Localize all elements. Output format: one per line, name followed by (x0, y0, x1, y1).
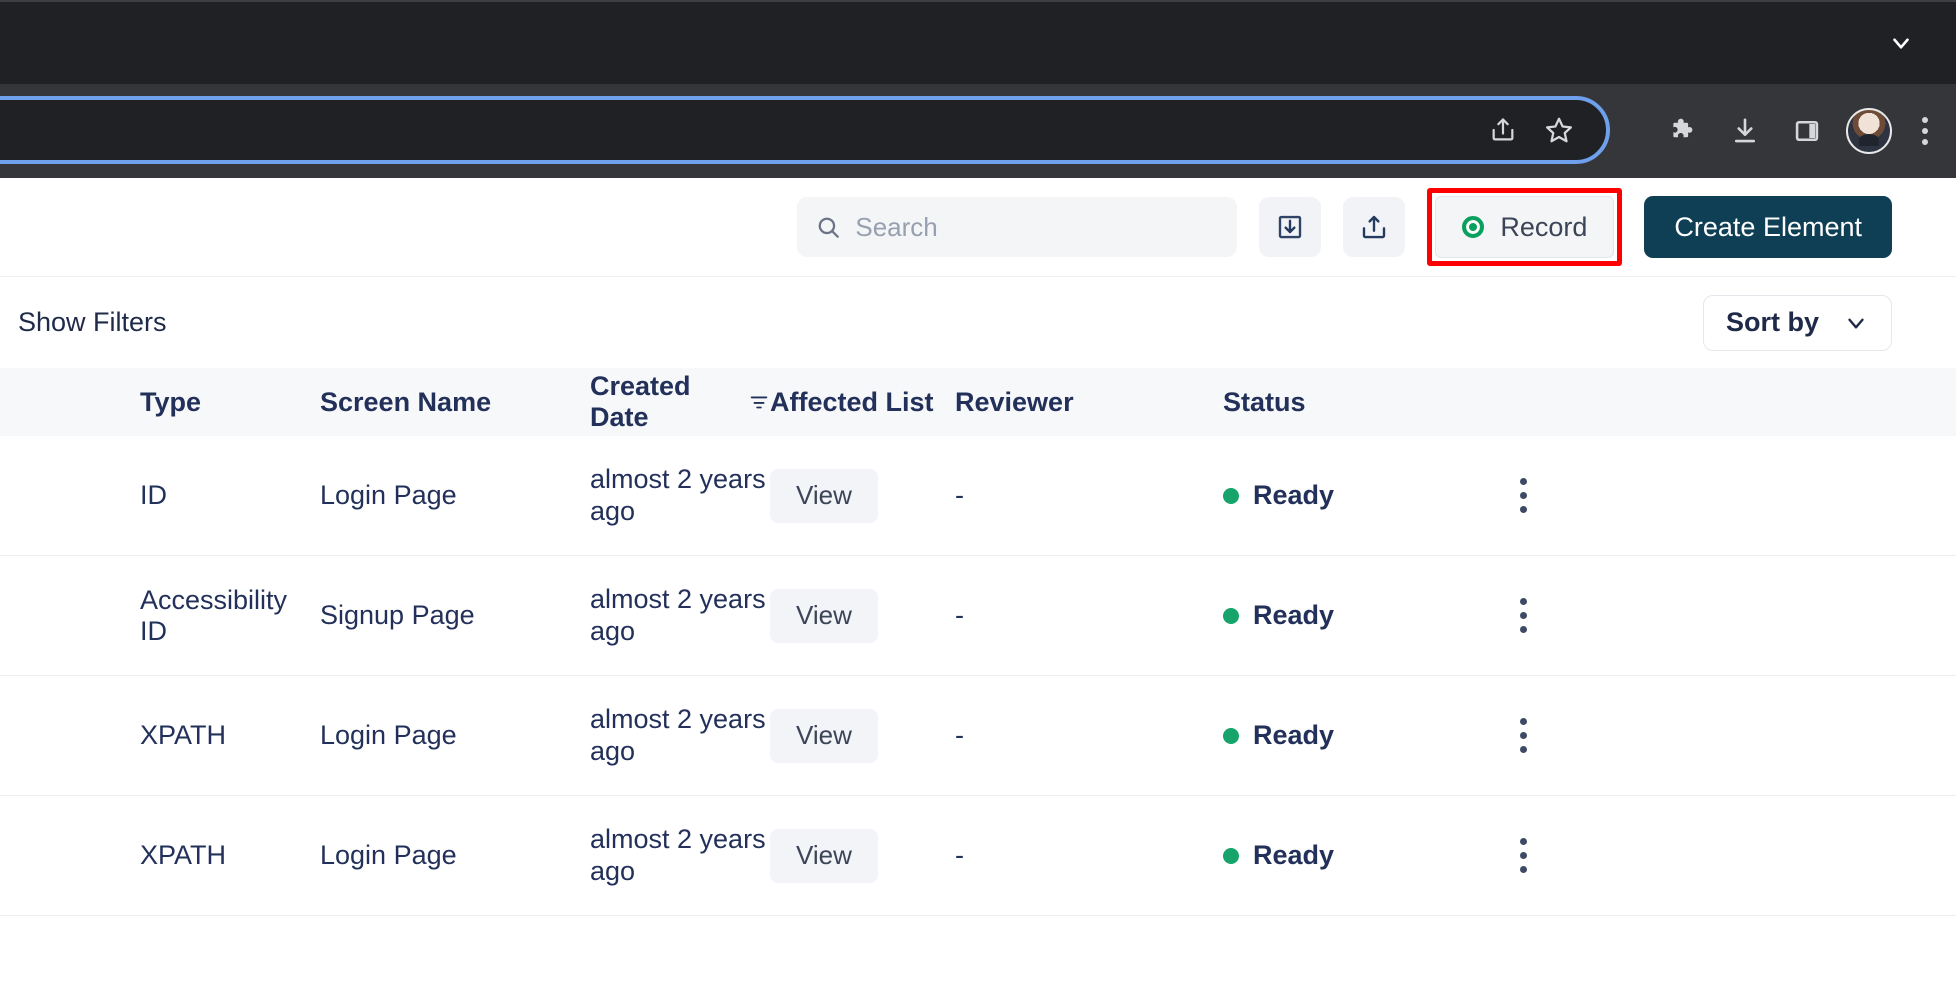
cell-created-date: almost 2 years ago (590, 584, 766, 646)
cell-status: Ready (1223, 600, 1473, 631)
column-header-status[interactable]: Status (1223, 387, 1473, 418)
cell-screen-name: Signup Page (320, 600, 475, 630)
cell-created-date: almost 2 years ago (590, 704, 766, 766)
download-icon[interactable] (1722, 108, 1768, 154)
show-filters-toggle[interactable]: Show Filters (18, 307, 167, 338)
record-highlight-box: Record (1427, 188, 1623, 266)
cell-affected-list: View (770, 828, 955, 883)
cell-type: Accessibility ID (140, 584, 288, 646)
share-icon[interactable] (1480, 107, 1526, 153)
status-dot-icon (1223, 847, 1239, 864)
status-label: Ready (1253, 600, 1335, 630)
browser-toolbar-actions (1660, 108, 1942, 154)
row-menu-icon[interactable] (1503, 838, 1543, 873)
record-button[interactable]: Record (1435, 196, 1615, 258)
view-button[interactable]: View (770, 708, 878, 763)
cell-actions (1473, 478, 1956, 513)
cell-reviewer: - (955, 840, 964, 870)
cell-reviewer: - (955, 600, 964, 630)
row-menu-icon[interactable] (1503, 718, 1543, 753)
cell-type: XPATH (140, 840, 227, 870)
record-button-label: Record (1500, 211, 1588, 242)
column-header-reviewer[interactable]: Reviewer (955, 387, 1223, 418)
view-button[interactable]: View (770, 588, 878, 643)
status-dot-icon (1223, 727, 1239, 744)
status-label: Ready (1253, 720, 1335, 750)
column-header-screen-name[interactable]: Screen Name (320, 387, 590, 418)
sort-by-label: Sort by (1725, 307, 1819, 337)
status-label: Ready (1253, 840, 1335, 870)
status-badge: Ready (1223, 480, 1334, 511)
cell-created-date: almost 2 years ago (590, 824, 766, 886)
cell-status: Ready (1223, 720, 1473, 751)
side-panel-icon[interactable] (1784, 108, 1830, 154)
cell-screen-name: Login Page (320, 840, 457, 870)
export-button[interactable] (1343, 197, 1406, 257)
three-dot-menu-icon[interactable] (1908, 108, 1942, 154)
omnibox-actions (1480, 107, 1602, 153)
sort-by-dropdown[interactable]: Sort by (1702, 294, 1892, 351)
create-element-button[interactable]: Create Element (1644, 196, 1892, 258)
search-icon (815, 214, 841, 240)
view-button[interactable]: View (770, 468, 878, 523)
import-button[interactable] (1259, 197, 1322, 257)
column-header-created-date-label: Created Date (590, 370, 691, 432)
search-input[interactable] (855, 211, 1220, 243)
row-menu-icon[interactable] (1503, 598, 1543, 633)
record-dot-icon (1462, 216, 1485, 238)
star-icon[interactable] (1536, 107, 1582, 153)
row-menu-icon[interactable] (1503, 478, 1543, 513)
cell-screen-name: Login Page (320, 480, 457, 510)
column-header-type[interactable]: Type (140, 387, 320, 418)
table-row[interactable]: XPATH Login Page almost 2 years ago View… (0, 676, 1956, 796)
status-badge: Ready (1223, 600, 1334, 631)
cell-type: XPATH (140, 720, 227, 750)
elements-table: Type Screen Name Created Date Affected L… (0, 368, 1956, 916)
cell-affected-list: View (770, 468, 955, 523)
table-header-row: Type Screen Name Created Date Affected L… (0, 368, 1956, 436)
table-row[interactable]: ID Login Page almost 2 years ago View - … (0, 436, 1956, 556)
app-header: Record Create Element (0, 178, 1956, 276)
status-badge: Ready (1223, 720, 1334, 751)
puzzle-icon[interactable] (1660, 108, 1706, 154)
filter-bar: Show Filters Sort by (0, 276, 1956, 368)
sort-filter-icon[interactable] (748, 391, 770, 413)
browser-toolbar (0, 84, 1956, 178)
cell-actions (1473, 598, 1956, 633)
status-dot-icon (1223, 607, 1239, 624)
status-label: Ready (1253, 480, 1335, 510)
chevron-down-icon (1843, 310, 1869, 336)
cell-actions (1473, 838, 1956, 873)
address-bar[interactable] (0, 96, 1610, 164)
table-row[interactable]: XPATH Login Page almost 2 years ago View… (0, 796, 1956, 916)
table-row[interactable]: Accessibility ID Signup Page almost 2 ye… (0, 556, 1956, 676)
cell-affected-list: View (770, 708, 955, 763)
cell-status: Ready (1223, 840, 1473, 871)
cell-reviewer: - (955, 480, 964, 510)
column-header-affected-list[interactable]: Affected List (770, 387, 955, 418)
view-button[interactable]: View (770, 828, 878, 883)
cell-created-date: almost 2 years ago (590, 464, 766, 526)
avatar[interactable] (1846, 108, 1892, 154)
search-box[interactable] (797, 197, 1238, 257)
column-header-created-date[interactable]: Created Date (590, 371, 770, 433)
status-badge: Ready (1223, 840, 1334, 871)
browser-tab-strip (0, 0, 1956, 84)
status-dot-icon (1223, 487, 1239, 504)
cell-affected-list: View (770, 588, 955, 643)
chevron-down-icon[interactable] (1884, 26, 1918, 60)
cell-actions (1473, 718, 1956, 753)
cell-type: ID (140, 480, 167, 510)
cell-screen-name: Login Page (320, 720, 457, 750)
cell-status: Ready (1223, 480, 1473, 511)
cell-reviewer: - (955, 720, 964, 750)
browser-chrome (0, 0, 1956, 178)
